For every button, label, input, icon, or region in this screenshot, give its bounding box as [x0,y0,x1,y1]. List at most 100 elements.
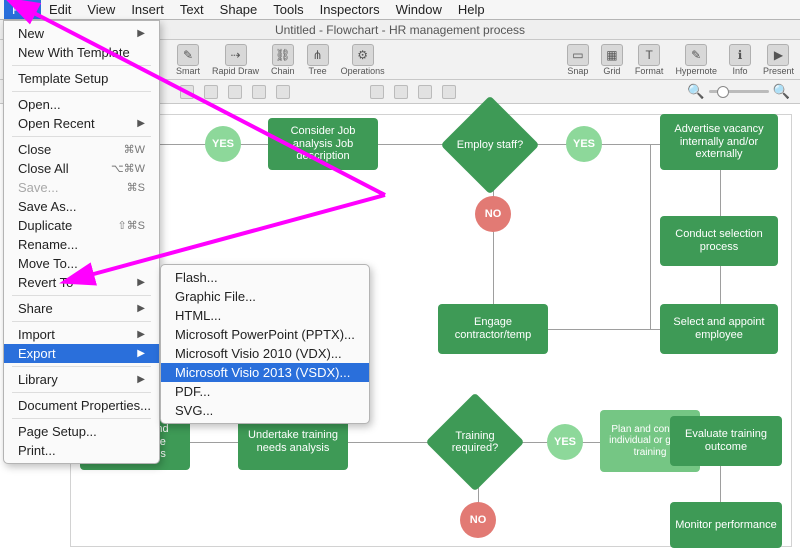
menu-file[interactable]: File [4,0,41,19]
menu-item-label: Save... [18,180,58,195]
zoom-slider[interactable] [709,90,769,93]
export-item-html-[interactable]: HTML... [161,306,369,325]
menu-item-rename-[interactable]: Rename... [4,235,159,254]
tb-operations[interactable]: ⚙Operations [341,44,385,76]
menu-view[interactable]: View [79,0,123,19]
menu-item-label: New With Template [18,45,130,60]
export-item-microsoft-visio-2013-vsdx-[interactable]: Microsoft Visio 2013 (VSDX)... [161,363,369,382]
export-item-flash-[interactable]: Flash... [161,268,369,287]
tb-label: Rapid Draw [212,66,259,76]
menu-text[interactable]: Text [172,0,212,19]
menu-item-label: Close All [18,161,69,176]
menu-item-label: Move To... [18,256,78,271]
tb-rapid-draw[interactable]: ⇢Rapid Draw [212,44,259,76]
shape-no[interactable]: NO [460,502,496,538]
menu-item-label: Open... [18,97,61,112]
menu-item-label: Template Setup [18,71,108,86]
shape-advertise[interactable]: Advertise vacancy internally and/or exte… [660,114,778,170]
tb-info[interactable]: ℹInfo [729,44,751,76]
shape-select[interactable]: Select and appoint employee [660,304,778,354]
shape-yes[interactable]: YES [566,126,602,162]
shape-engage[interactable]: Engage contractor/temp [438,304,548,354]
menu-item-share[interactable]: Share▶ [4,299,159,318]
tb-label: Smart [176,66,200,76]
menu-help[interactable]: Help [450,0,493,19]
menu-tools[interactable]: Tools [265,0,311,19]
export-item-microsoft-powerpoint-pptx-[interactable]: Microsoft PowerPoint (PPTX)... [161,325,369,344]
menu-item-new-with-template[interactable]: New With Template [4,43,159,62]
menu-insert[interactable]: Insert [123,0,172,19]
menu-item-template-setup[interactable]: Template Setup [4,69,159,88]
hand-icon[interactable] [418,85,432,99]
shape-evaluate[interactable]: Evaluate training outcome [670,416,782,466]
label: YES [554,436,576,448]
menu-item-import[interactable]: Import ▶ [4,325,159,344]
shape-yes[interactable]: YES [205,126,241,162]
menu-shape[interactable]: Shape [212,0,266,19]
menu-item-label: Rename... [18,237,78,252]
menu-item-label: Import [18,327,55,342]
menu-inspectors[interactable]: Inspectors [312,0,388,19]
hypernote-icon: ✎ [685,44,707,66]
menu-window[interactable]: Window [388,0,450,19]
shape-employ[interactable]: Employ staff? [440,110,540,180]
menu-item-label: Print... [18,443,56,458]
export-item-svg-[interactable]: SVG... [161,401,369,420]
paste-icon[interactable] [442,85,456,99]
tb-smart[interactable]: ✎Smart [176,44,200,76]
paint-icon[interactable] [394,85,408,99]
label: Advertise vacancy internally and/or exte… [664,123,774,161]
menu-item-document-properties-[interactable]: Document Properties... [4,396,159,415]
tool-icon[interactable] [276,85,290,99]
tb-label: Format [635,66,664,76]
tb-present[interactable]: ▶Present [763,44,794,76]
export-item-microsoft-visio-2010-vdx-[interactable]: Microsoft Visio 2010 (VDX)... [161,344,369,363]
menu-item-save-as-[interactable]: Save As... [4,197,159,216]
menu-item-move-to-[interactable]: Move To... [4,254,159,273]
menu-item-export[interactable]: Export▶ [4,344,159,363]
snap-icon: ▭ [567,44,589,66]
menu-item-open-[interactable]: Open... [4,95,159,114]
menu-item-revert-to[interactable]: Revert To▶ [4,273,159,292]
shape-training[interactable]: Training required? [425,407,525,477]
label: Undertake training needs analysis [242,429,344,454]
tb-label: Grid [603,66,620,76]
tb-format[interactable]: TFormat [635,44,664,76]
tool-icon[interactable] [252,85,266,99]
shortcut: ⌘S [127,181,145,194]
menu-item-library[interactable]: Library▶ [4,370,159,389]
label: Engage contractor/temp [442,316,544,341]
shape-yes[interactable]: YES [547,424,583,460]
shape-monitor[interactable]: Monitor performance [670,502,782,548]
tool-icon[interactable] [204,85,218,99]
chevron-right-icon: ▶ [137,329,145,340]
tb-snap[interactable]: ▭Snap [567,44,589,76]
menu-item-duplicate[interactable]: Duplicate⇧⌘S [4,216,159,235]
shape-conduct[interactable]: Conduct selection process [660,216,778,266]
connector [530,329,660,330]
tb-label: Hypernote [675,66,717,76]
menu-item-print-[interactable]: Print... [4,441,159,460]
tb-hypernote[interactable]: ✎Hypernote [675,44,717,76]
tb-chain[interactable]: ⛓Chain [271,44,295,76]
zoom-out-icon[interactable]: 🔍 [687,83,704,100]
menu-item-open-recent[interactable]: Open Recent▶ [4,114,159,133]
menu-item-close-all[interactable]: Close All⌥⌘W [4,159,159,178]
menu-item-label: New [18,26,44,41]
label: NO [470,514,487,526]
export-item-pdf-[interactable]: PDF... [161,382,369,401]
menu-item-new[interactable]: New▶ [4,24,159,43]
menu-item-close[interactable]: Close⌘W [4,140,159,159]
shape-no[interactable]: NO [475,196,511,232]
zoom-in-icon[interactable]: 🔍 [773,83,790,100]
eyedropper-icon[interactable] [370,85,384,99]
shape-consider[interactable]: Consider Job analysis Job description [268,118,378,170]
tb-tree[interactable]: ⋔Tree [307,44,329,76]
tb-grid[interactable]: ▦Grid [601,44,623,76]
menu-edit[interactable]: Edit [41,0,79,19]
smart-icon: ✎ [177,44,199,66]
menu-item-page-setup-[interactable]: Page Setup... [4,422,159,441]
tool-icon[interactable] [228,85,242,99]
export-item-graphic-file-[interactable]: Graphic File... [161,287,369,306]
tool-icon[interactable] [180,85,194,99]
